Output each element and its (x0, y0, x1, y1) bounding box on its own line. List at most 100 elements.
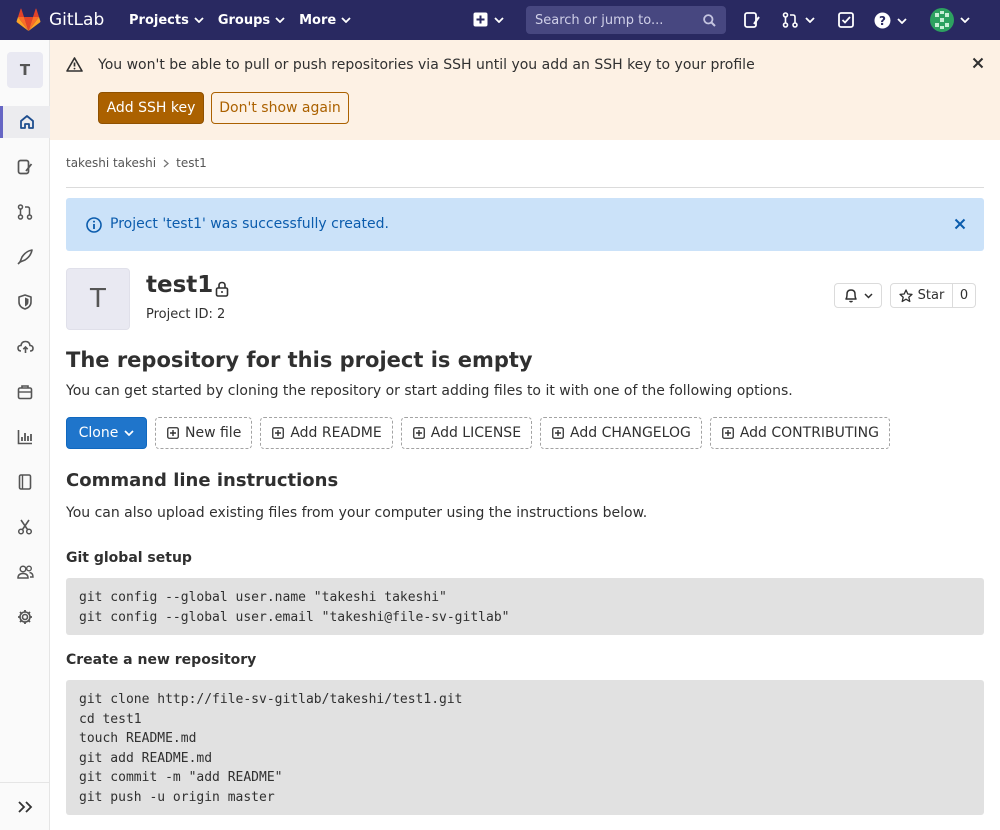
scissors-icon (17, 519, 33, 535)
breadcrumb-project-link[interactable]: test1 (176, 156, 207, 170)
chevron-down-icon (341, 17, 351, 23)
search-input[interactable] (535, 12, 695, 28)
rocket-icon (17, 249, 33, 265)
plus-square-icon (552, 427, 564, 439)
chevron-down-icon (124, 430, 134, 436)
add-readme-label: Add README (290, 425, 382, 441)
clone-dropdown-button[interactable]: Clone (66, 417, 147, 449)
sidebar-item-ci-cd[interactable] (0, 241, 50, 273)
todo-check-icon (838, 12, 854, 28)
add-ssh-key-button[interactable]: Add SSH key (98, 92, 204, 124)
breadcrumb: takeshi takeshi test1 (66, 156, 207, 170)
nav-menu: Projects Groups More (129, 13, 365, 28)
ssh-alert-message: You won't be able to pull or push reposi… (98, 57, 755, 73)
sidebar-item-settings[interactable] (0, 601, 50, 633)
add-license-label: Add LICENSE (430, 425, 522, 441)
book-icon (17, 474, 33, 490)
new-file-label: New file (185, 425, 242, 441)
help-nav-button[interactable]: ? (874, 12, 907, 29)
git-global-setup-heading: Git global setup (66, 550, 192, 566)
nav-more[interactable]: More (299, 13, 351, 28)
todos-nav-button[interactable] (838, 12, 854, 28)
issues-icon (744, 12, 760, 28)
close-icon[interactable] (954, 218, 966, 230)
add-changelog-button[interactable]: Add CHANGELOG (540, 417, 702, 449)
sidebar-item-merge-requests[interactable] (0, 196, 50, 228)
chevron-down-icon (494, 16, 504, 23)
sidebar-item-wiki[interactable] (0, 466, 50, 498)
users-icon (16, 564, 34, 580)
add-readme-button[interactable]: Add README (260, 417, 393, 449)
double-chevron-right-icon (17, 800, 33, 813)
empty-repo-heading: The repository for this project is empty (66, 348, 533, 372)
new-file-button[interactable]: New file (155, 417, 253, 449)
star-button[interactable]: Star (890, 283, 953, 308)
sidebar-item-members[interactable] (0, 556, 50, 588)
nav-more-label: More (299, 12, 337, 28)
breadcrumb-divider (66, 187, 984, 188)
top-navbar: GitLab Projects Groups More ? (0, 0, 1000, 40)
shield-icon (17, 294, 33, 310)
breadcrumb-user-link[interactable]: takeshi takeshi (66, 156, 156, 170)
notification-settings-button[interactable] (834, 283, 882, 308)
lock-icon (215, 281, 229, 297)
close-icon[interactable] (972, 57, 984, 69)
breadcrumb-chevron-icon (163, 159, 170, 168)
create-repo-heading: Create a new repository (66, 652, 257, 668)
add-contributing-label: Add CONTRIBUTING (739, 425, 879, 441)
dont-show-again-button[interactable]: Don't show again (211, 92, 349, 124)
bell-icon (844, 288, 858, 303)
plus-square-icon (412, 427, 425, 439)
issues-icon (17, 159, 33, 175)
chevron-down-icon (863, 292, 873, 299)
plus-square-icon (721, 427, 734, 439)
sidebar-project-avatar[interactable]: T (7, 52, 43, 88)
sidebar-item-snippets[interactable] (0, 511, 50, 543)
sidebar-item-analytics[interactable] (0, 421, 50, 453)
plus-square-icon (167, 427, 179, 439)
gear-icon (17, 609, 33, 625)
sidebar-item-security[interactable] (0, 286, 50, 318)
gitlab-logo-link[interactable]: GitLab (16, 8, 112, 32)
nav-projects[interactable]: Projects (129, 13, 204, 28)
project-title: test1 (146, 272, 214, 298)
issues-nav-button[interactable] (744, 12, 760, 28)
flash-message: Project 'test1' was successfully created… (110, 216, 389, 232)
sidebar-item-issues[interactable] (0, 151, 50, 183)
flash-notice: Project 'test1' was successfully created… (66, 198, 984, 251)
new-dropdown-button[interactable] (473, 12, 504, 27)
cli-description: You can also upload existing files from … (66, 505, 648, 521)
user-menu-button[interactable] (930, 8, 970, 32)
cli-heading: Command line instructions (66, 470, 339, 491)
sidebar-item-packages[interactable] (0, 376, 50, 408)
cloud-icon (16, 339, 34, 355)
chevron-down-icon (897, 17, 907, 24)
chevron-down-icon (805, 17, 815, 23)
package-icon (17, 384, 33, 400)
nav-projects-label: Projects (129, 12, 189, 28)
add-contributing-button[interactable]: Add CONTRIBUTING (709, 417, 890, 449)
create-repo-code[interactable]: git clone http://file-sv-gitlab/takeshi/… (66, 680, 984, 815)
star-count[interactable]: 0 (953, 283, 976, 308)
add-changelog-label: Add CHANGELOG (570, 425, 691, 441)
info-circle-icon (86, 217, 102, 233)
clone-label: Clone (78, 425, 119, 441)
sidebar-item-deployments[interactable] (0, 331, 50, 363)
search-box[interactable] (526, 6, 726, 34)
user-avatar (930, 8, 954, 32)
star-label: Star (917, 288, 945, 303)
collapse-sidebar-button[interactable] (0, 782, 50, 830)
merge-request-icon (17, 204, 33, 220)
add-license-button[interactable]: Add LICENSE (400, 417, 533, 449)
project-id: Project ID: 2 (146, 307, 226, 322)
merge-requests-nav-button[interactable] (782, 12, 815, 28)
sidebar-item-project-overview[interactable] (0, 106, 50, 138)
merge-request-icon (782, 12, 799, 28)
git-global-setup-code[interactable]: git config --global user.name "takeshi t… (66, 578, 984, 635)
project-sidebar: T (0, 40, 50, 830)
empty-repo-actions: Clone New file Add README Add LICENSE Ad… (66, 417, 898, 449)
project-avatar: T (66, 268, 130, 330)
nav-groups[interactable]: Groups (218, 13, 285, 28)
question-circle-icon: ? (874, 12, 891, 29)
chevron-down-icon (960, 17, 970, 23)
